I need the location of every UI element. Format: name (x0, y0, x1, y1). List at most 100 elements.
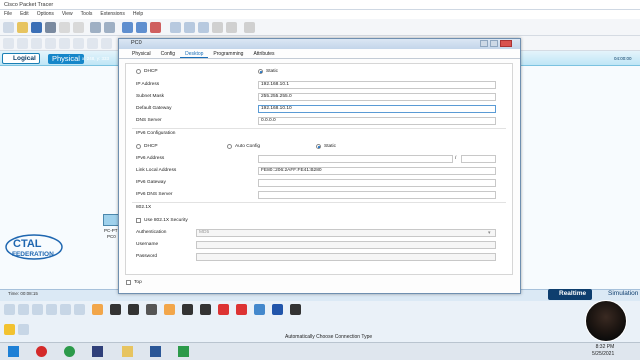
undo-icon[interactable] (122, 22, 133, 33)
opera-icon[interactable] (36, 346, 47, 357)
top-checkbox[interactable] (126, 280, 131, 285)
add-pdu-icon[interactable] (73, 38, 84, 49)
crossover-cable-icon[interactable] (146, 304, 157, 315)
pc-icon[interactable] (103, 214, 119, 226)
menu-options[interactable]: Options (37, 11, 54, 18)
word-icon[interactable] (150, 346, 161, 357)
realtime-mode-button[interactable]: Realtime (548, 289, 592, 300)
ipv6-gateway-input[interactable] (258, 179, 496, 187)
tab-programming[interactable]: Programming (208, 49, 248, 58)
subnet-mask-input[interactable]: 255.255.255.0 (258, 93, 496, 101)
ipv6-section-label: IPv6 Configuration (136, 131, 176, 136)
note-icon[interactable] (31, 38, 42, 49)
app-icon[interactable] (92, 346, 103, 357)
ipv6-dns-input[interactable] (258, 191, 496, 199)
octal-cable-icon[interactable] (254, 304, 265, 315)
link-local-input[interactable]: FE80::206:2AFF:FE41:B280 (258, 167, 496, 175)
lightning-icon[interactable] (4, 324, 15, 335)
menu-tools[interactable]: Tools (81, 11, 93, 18)
username-input[interactable] (196, 241, 496, 249)
select-icon[interactable] (3, 38, 14, 49)
ctal-federation-logo: CTAL FEDERATION (4, 232, 64, 262)
connection-status: Automatically Choose Connection Type (285, 334, 373, 340)
tab-physical[interactable]: Physical (127, 49, 156, 58)
ipv6-prefix-input[interactable] (461, 155, 496, 163)
password-input[interactable] (196, 253, 496, 261)
dialog-title-bar[interactable]: PC0 (119, 39, 520, 49)
complex-pdu-icon[interactable] (87, 38, 98, 49)
default-gateway-input[interactable]: 192.168.10.10 (258, 105, 496, 113)
ipv6-static-radio[interactable] (316, 144, 321, 149)
end-devices-icon[interactable] (18, 304, 29, 315)
tab-attributes[interactable]: Attributes (248, 49, 279, 58)
ipv6-dhcp-radio[interactable] (136, 144, 141, 149)
authentication-select[interactable]: MD5 (196, 229, 496, 237)
close-icon[interactable] (500, 40, 512, 47)
zoom-reset-icon[interactable] (184, 22, 195, 33)
menu-extensions[interactable]: Extensions (100, 11, 124, 18)
paste-icon[interactable] (104, 22, 115, 33)
ipv6-address-input[interactable] (258, 155, 453, 163)
copy-icon[interactable] (90, 22, 101, 33)
clock-time: 8:32 PM (595, 344, 615, 350)
save-icon[interactable] (31, 22, 42, 33)
ip-address-input[interactable]: 192.168.10.1 (258, 81, 496, 89)
serial-dce-icon[interactable] (218, 304, 229, 315)
network-devices-icon[interactable] (4, 304, 15, 315)
redo-icon[interactable] (136, 22, 147, 33)
device-template-icon[interactable] (226, 22, 237, 33)
zoom-out-icon[interactable] (198, 22, 209, 33)
menu-help[interactable]: Help (133, 11, 143, 18)
maximize-icon[interactable] (490, 40, 498, 47)
connections-icon[interactable] (46, 304, 57, 315)
menu-view[interactable]: View (62, 11, 73, 18)
straight-cable-icon[interactable] (128, 304, 139, 315)
delete-tool-icon[interactable] (45, 38, 56, 49)
misc-icon[interactable] (60, 304, 71, 315)
start-icon[interactable] (8, 346, 19, 357)
palette-icon[interactable] (212, 22, 223, 33)
activity-wizard-icon[interactable] (59, 22, 70, 33)
minimize-icon[interactable] (480, 40, 488, 47)
ipv4-static-radio[interactable] (258, 69, 263, 74)
auto-connection-icon[interactable] (92, 304, 103, 315)
grid-icon[interactable] (18, 324, 29, 335)
ipv6-static-label: Static (324, 144, 336, 149)
usb-cable-icon[interactable] (290, 304, 301, 315)
explorer-icon[interactable] (122, 346, 133, 357)
tab-config[interactable]: Config (156, 49, 180, 58)
components-icon[interactable] (32, 304, 43, 315)
network-info-icon[interactable] (73, 22, 84, 33)
default-gateway-label: Default Gateway (136, 106, 172, 111)
ipv6-auto-config-radio[interactable] (227, 144, 232, 149)
fiber-icon[interactable] (164, 304, 175, 315)
help-icon[interactable] (244, 22, 255, 33)
serial-dte-icon[interactable] (236, 304, 247, 315)
authentication-value: MD5 (199, 230, 210, 235)
delete-icon[interactable] (150, 22, 161, 33)
menu-edit[interactable]: Edit (20, 11, 29, 18)
open-folder-icon[interactable] (17, 22, 28, 33)
dns-server-input[interactable]: 0.0.0.0 (258, 117, 496, 125)
packet-tracer-taskbar-icon[interactable] (178, 346, 189, 357)
chrome-icon[interactable] (64, 346, 75, 357)
resize-icon[interactable] (59, 38, 70, 49)
zoom-in-icon[interactable] (170, 22, 181, 33)
physical-view-tab[interactable]: Physical (48, 54, 84, 64)
use-8021x-checkbox[interactable] (136, 218, 141, 223)
phone-cable-icon[interactable] (182, 304, 193, 315)
menu-file[interactable]: File (4, 11, 12, 18)
console-cable-icon[interactable] (110, 304, 121, 315)
simulation-mode-button[interactable]: Simulation (596, 289, 640, 300)
tab-desktop[interactable]: Desktop (180, 49, 209, 58)
inspect-icon[interactable] (17, 38, 28, 49)
draw-line-icon[interactable] (101, 38, 112, 49)
multiuser-icon[interactable] (74, 304, 85, 315)
iot-cable-icon[interactable] (272, 304, 283, 315)
coaxial-icon[interactable] (200, 304, 211, 315)
new-file-icon[interactable] (3, 22, 14, 33)
print-icon[interactable] (45, 22, 56, 33)
logical-view-tab[interactable]: Logical (2, 53, 40, 64)
ipv4-dhcp-radio[interactable] (136, 69, 141, 74)
main-toolbar (0, 19, 640, 36)
